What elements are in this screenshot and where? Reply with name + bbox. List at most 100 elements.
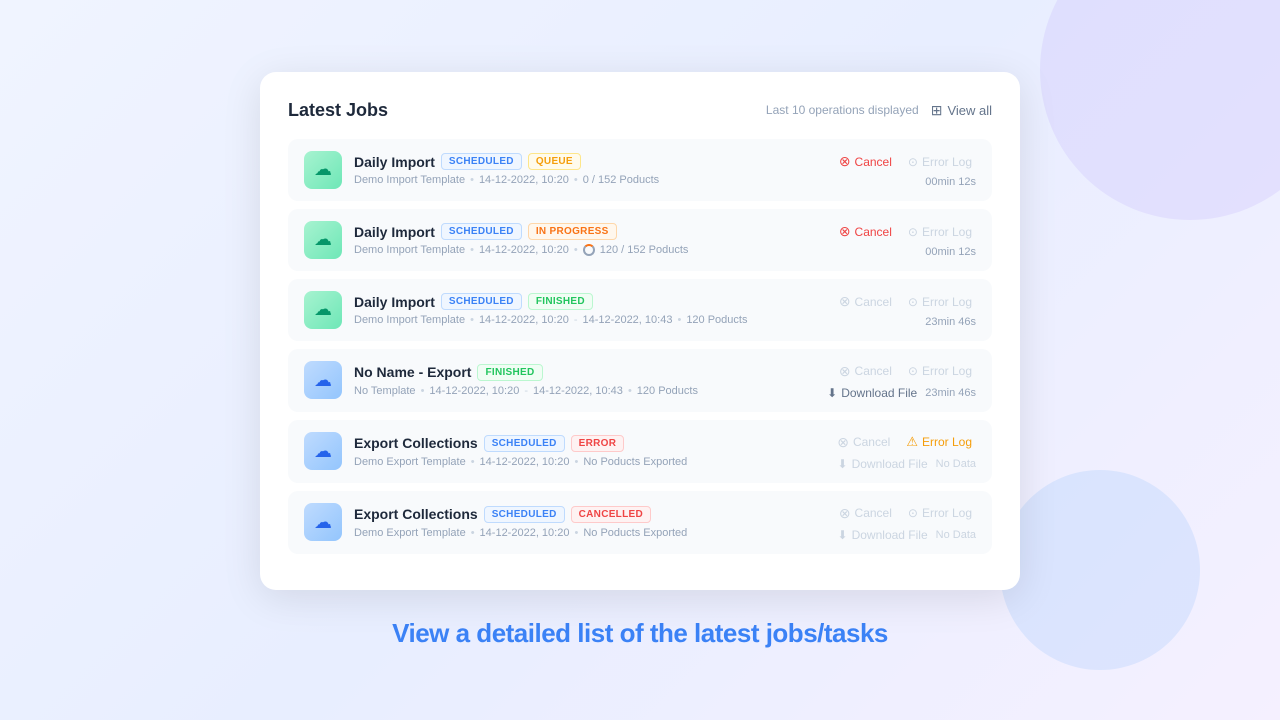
errorlog-button[interactable]: ⚠Error Log [902,432,976,452]
job-row: ☁ Export CollectionsSCHEDULEDCANCELLED Dem… [288,491,992,554]
errorlog-label: Error Log [922,225,972,239]
errorlog-button: ⊙Error Log [904,293,976,311]
job-type-icon: ☁ [304,432,342,470]
errorlog-button: ⊙Error Log [904,153,976,171]
badge-finished: FINISHED [477,364,542,381]
cancel-label: Cancel [855,225,892,239]
errorlog-icon: ⊙ [908,295,918,309]
job-type-icon: ☁ [304,221,342,259]
job-date: 14-12-2022, 10:20 [480,527,570,539]
cancel-button: ⊗Cancel [833,432,894,453]
no-data-label: No Data [936,458,976,470]
badge-scheduled: SCHEDULED [441,153,522,170]
download-icon: ⬇ [827,386,837,400]
job-name: Export Collections [354,435,478,451]
errorlog-label: Error Log [922,435,972,449]
top-action-row: ⊗ Cancel ⊙Error Log [835,291,976,312]
job-template: Demo Export Template [354,456,466,468]
separator: • [470,174,474,186]
bottom-action-row: 23min 46s [925,316,976,328]
job-type-icon: ☁ [304,503,342,541]
top-action-row: ⊗Cancel ⊙Error Log [835,361,976,382]
job-title-row: Export CollectionsSCHEDULEDERROR [354,435,804,452]
separator: • [677,314,681,326]
job-name: Export Collections [354,506,478,522]
separator: • [470,314,474,326]
job-title-row: Daily ImportSCHEDULEDFINISHED [354,293,804,310]
job-title-row: Export CollectionsSCHEDULEDCANCELLED [354,506,804,523]
cancel-icon: ⊗ [839,223,851,240]
job-meta: Demo Export Template•14-12-2022, 10:20•N… [354,527,804,539]
job-time: 00min 12s [925,246,976,258]
job-name: No Name - Export [354,364,471,380]
download-file-button: ⬇Download File [838,528,928,542]
badge-scheduled: SCHEDULED [441,223,522,240]
badge-cancelled: CANCELLED [571,506,651,523]
job-content: No Name - Export FINISHED No Template • 14-1… [354,364,804,397]
job-progress: 120 Poducts [686,314,747,326]
cancel-label: Cancel [853,435,890,449]
job-time: 23min 46s [925,387,976,399]
job-name: Daily Import [354,154,435,170]
separator: • [421,385,425,397]
job-template: No Template [354,385,416,397]
card-title: Latest Jobs [288,100,388,121]
errorlog-icon: ⊙ [908,225,918,239]
job-progress: No Poducts Exported [583,527,687,539]
top-action-row: ⊗Cancel ⚠Error Log [833,432,976,453]
badge-queue: QUEUE [528,153,581,170]
view-all-button[interactable]: ⊞ View all [931,102,992,119]
errorlog-icon: ⊙ [908,364,918,378]
errorlog-button: ⊙Error Log [904,362,976,380]
bottom-action-row: ⬇Download FileNo Data [838,528,976,542]
job-actions: ⊗ Cancel ⊙Error Log 23min 46s [816,291,976,328]
job-meta: No Template•14-12-2022, 10:20-14-12-2022… [354,385,804,397]
cancel-icon: ⊗ [839,293,851,310]
job-type-icon: ☁ [304,151,342,189]
errorlog-button: ⊙Error Log [904,504,976,522]
job-date: 14-12-2022, 10:20 [479,174,569,186]
job-progress: No Poducts Exported [583,456,687,468]
job-template: Demo Import Template [354,314,465,326]
cancel-button[interactable]: ⊗ Cancel [835,221,896,242]
job-meta: Demo Export Template•14-12-2022, 10:20•N… [354,456,804,468]
job-name: Daily Import [354,224,435,240]
header-right: Last 10 operations displayed ⊞ View all [766,102,992,119]
download-icon: ⬇ [838,457,848,471]
cancel-button[interactable]: ⊗Cancel [835,151,896,172]
job-title-row: Daily Import SCHEDULED QUEUE [354,153,804,170]
separator: • [470,244,474,256]
download-label: Download File [852,457,928,471]
job-meta: Demo Import Template•14-12-2022, 10:20•0… [354,174,804,186]
separator: • [574,174,578,186]
job-type-icon: ☁ [304,291,342,329]
cancel-label: Cancel [855,506,892,520]
tagline: View a detailed list of the latest jobs/… [392,618,888,649]
cancel-icon: ⊗ [839,153,851,170]
job-meta: Demo Import Template•14-12-2022, 10:20•1… [354,244,804,256]
job-template: Demo Export Template [354,527,466,539]
job-actions: ⊗Cancel ⊙Error Log ⬇Download File 23min 46s [816,361,976,400]
job-row: ☁No Name - ExportFINISHEDNo Template•14-… [288,349,992,412]
cancel-label: Cancel [855,295,892,309]
top-action-row: ⊗ Cancel ⊙ Error Log [835,221,976,242]
job-content: Daily ImportSCHEDULEDFINISHED Demo Import… [354,293,804,326]
job-time: 23min 46s [925,316,976,328]
job-date-end: 14-12-2022, 10:43 [583,314,673,326]
job-actions: ⊗ Cancel ⊙ Error Log 00min 12s [816,221,976,258]
job-date-end: 14-12-2022, 10:43 [533,385,623,397]
separator: • [574,244,578,256]
errorlog-button: ⊙ Error Log [904,223,976,241]
background-decoration-2 [1000,470,1200,670]
cancel-label: Cancel [855,364,892,378]
separator: • [628,385,632,397]
separator: - [574,314,578,326]
job-date: 14-12-2022, 10:20 [429,385,519,397]
cancel-button: ⊗Cancel [835,503,896,524]
badge-scheduled: SCHEDULED [441,293,522,310]
cancel-button: ⊗Cancel [835,361,896,382]
download-file-button[interactable]: ⬇Download File [827,386,917,400]
job-actions: ⊗Cancel ⊙Error Log 00min 12s [816,151,976,188]
cancel-button: ⊗ Cancel [835,291,896,312]
job-time: 00min 12s [925,176,976,188]
